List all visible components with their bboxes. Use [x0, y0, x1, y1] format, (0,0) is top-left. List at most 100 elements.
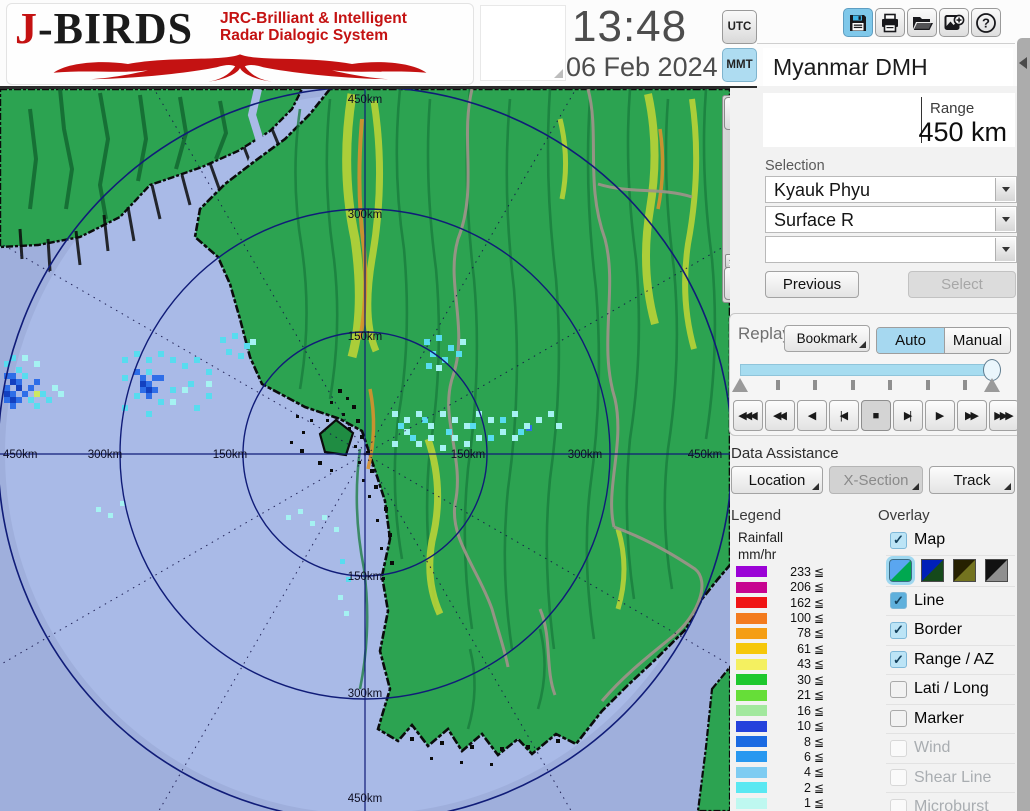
replay-slider-track[interactable] — [740, 364, 998, 376]
replay-panel: Replay Bookmark Auto Manual ◀◀◀◀◀◀|◀■▶|▶… — [729, 313, 1022, 436]
extra-dropdown-button[interactable] — [995, 238, 1015, 261]
overlay-item-label: Border — [914, 621, 962, 639]
legend-threshold-value: 4 — [773, 765, 811, 779]
legend-color-swatch — [736, 690, 767, 701]
overlay-item-label: Wind — [914, 739, 950, 757]
radar-map: 450km 300km 150km 150km 300km 450km 450k… — [0, 89, 730, 811]
utc-button[interactable]: UTC — [722, 10, 757, 44]
checkbox-microburst — [890, 799, 907, 811]
legend-row: 2≦ — [736, 780, 840, 795]
print-button[interactable] — [875, 8, 905, 37]
replay-step-forward-button[interactable]: ▶| — [893, 400, 923, 431]
slider-start-marker — [732, 378, 748, 392]
less-equal-symbol: ≦ — [814, 781, 824, 795]
legend-row: 21≦ — [736, 688, 840, 703]
replay-step-back-button[interactable]: |◀ — [829, 400, 859, 431]
slider-tick — [776, 380, 780, 390]
site-dropdown-button[interactable] — [995, 178, 1015, 201]
auto-mode-button[interactable]: Auto — [877, 328, 945, 353]
chevron-down-icon — [1002, 247, 1010, 252]
checkbox-marker[interactable] — [890, 710, 907, 727]
replay-stop-button[interactable]: ■ — [861, 400, 891, 431]
selection-label: Selection — [765, 158, 825, 174]
legend-threshold-value: 206 — [773, 580, 811, 594]
legend-color-swatch — [736, 674, 767, 685]
location-button[interactable]: Location — [731, 466, 823, 494]
manual-mode-button[interactable]: Manual — [945, 328, 1010, 353]
overlay-item-marker: Marker — [886, 705, 1015, 735]
map-style-black-gray[interactable] — [985, 559, 1008, 582]
svg-text:450km: 450km — [348, 94, 383, 106]
replay-label: Replay — [738, 324, 791, 344]
less-equal-symbol: ≦ — [814, 750, 824, 764]
replay-fast-rewind-button[interactable]: ◀◀ — [765, 400, 795, 431]
svg-text:300km: 300km — [568, 449, 603, 461]
map-style-terrain-color[interactable] — [889, 559, 912, 582]
legend-row: 233≦ — [736, 564, 840, 579]
select-button[interactable]: Select — [908, 271, 1016, 298]
save-button[interactable] — [843, 8, 873, 37]
logo-title-j: J — [15, 4, 38, 53]
replay-transport-controls: ◀◀◀◀◀◀|◀■▶|▶▶▶▶▶▶ — [733, 400, 1019, 431]
svg-text:300km: 300km — [348, 688, 383, 700]
less-equal-symbol: ≦ — [814, 688, 824, 702]
replay-jump-to-start-button[interactable]: ◀◀◀ — [733, 400, 763, 431]
checkbox-map[interactable]: ✓ — [890, 532, 907, 549]
legend-row: 61≦ — [736, 641, 840, 656]
logo-title: J-BIRDS — [15, 6, 193, 52]
checkbox-range-az[interactable]: ✓ — [890, 651, 907, 668]
bookmark-button[interactable]: Bookmark — [784, 325, 870, 352]
less-equal-symbol: ≦ — [814, 673, 824, 687]
legend-color-swatch — [736, 798, 767, 809]
checkbox-line[interactable]: ✓ — [890, 592, 907, 609]
previous-button[interactable]: Previous — [765, 271, 859, 298]
less-equal-symbol: ≦ — [814, 626, 824, 640]
legend-row: 16≦ — [736, 703, 840, 718]
slider-tick — [813, 380, 817, 390]
legend-threshold-value: 21 — [773, 688, 811, 702]
product-dropdown-button[interactable] — [995, 208, 1015, 231]
product-dropdown[interactable]: Surface R — [765, 206, 1017, 233]
less-equal-symbol: ≦ — [814, 565, 824, 579]
legend-title: Rainfall mm/hr — [738, 529, 783, 563]
open-file-button[interactable] — [907, 8, 937, 37]
legend-threshold-value: 1 — [773, 796, 811, 810]
help-button[interactable]: ? — [971, 8, 1001, 37]
replay-play-button[interactable]: ▶ — [925, 400, 955, 431]
legend-row: 206≦ — [736, 579, 840, 594]
replay-jump-to-end-button[interactable]: ▶▶▶ — [989, 400, 1019, 431]
header-bar: J-BIRDS JRC-Brilliant & Intelligent Rada… — [0, 0, 1030, 86]
extra-dropdown[interactable] — [765, 236, 1017, 263]
x-section-button[interactable]: X-Section — [829, 466, 923, 494]
legend-row: 6≦ — [736, 749, 840, 764]
svg-text:300km: 300km — [348, 209, 383, 221]
overlay-item-border: ✓ Border — [886, 616, 1015, 646]
checkbox-border[interactable]: ✓ — [890, 622, 907, 639]
legend-threshold-value: 78 — [773, 626, 811, 640]
less-equal-symbol: ≦ — [814, 642, 824, 656]
legend-row: 30≦ — [736, 672, 840, 687]
legend-color-swatch — [736, 782, 767, 793]
replay-fast-forward-button[interactable]: ▶▶ — [957, 400, 987, 431]
legend-threshold-value: 6 — [773, 750, 811, 764]
overlay-item-label: Marker — [914, 710, 964, 728]
map-style-dark-olive[interactable] — [953, 559, 976, 582]
checkbox-lati-long[interactable] — [890, 681, 907, 698]
legend-threshold-value: 16 — [773, 704, 811, 718]
site-dropdown[interactable]: Kyauk Phyu — [765, 176, 1017, 203]
station-name: Myanmar DMH — [773, 54, 928, 81]
collapse-arrow-icon — [1019, 57, 1027, 69]
radar-map-viewport[interactable]: 450km 300km 150km 150km 300km 450km 450k… — [0, 89, 730, 811]
add-image-button[interactable] — [939, 8, 969, 37]
replay-play-backward-button[interactable]: ◀ — [797, 400, 827, 431]
svg-text:300km: 300km — [88, 449, 123, 461]
site-dropdown-value: Kyauk Phyu — [774, 180, 870, 201]
mmt-button[interactable]: MMT — [722, 48, 757, 82]
rainfall-legend: 233≦206≦162≦100≦78≦61≦43≦30≦21≦16≦10≦8≦6… — [736, 564, 840, 811]
svg-text:?: ? — [982, 15, 990, 30]
track-button[interactable]: Track — [929, 466, 1015, 494]
map-style-dark-blue-green[interactable] — [921, 559, 944, 582]
panel-collapse-strip[interactable] — [1017, 38, 1030, 811]
legend-color-swatch — [736, 566, 767, 577]
printer-icon — [880, 13, 900, 33]
